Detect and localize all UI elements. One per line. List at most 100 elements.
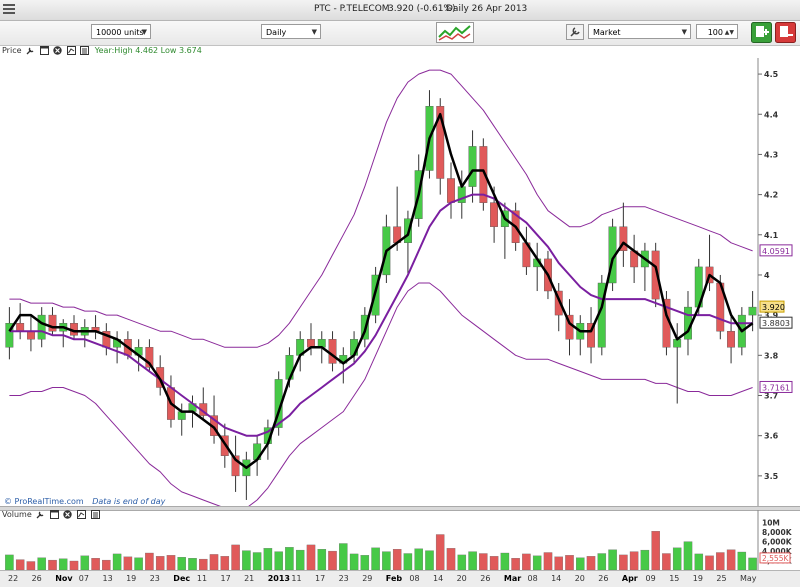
volume-bar (242, 550, 251, 570)
candle-body (468, 146, 477, 187)
volume-bar (403, 553, 413, 570)
volume-tick-label: 10M (762, 519, 780, 528)
volume-bar (26, 561, 36, 570)
price-panel-label: Price (2, 46, 22, 55)
price-panel-header: Price Year:High 4.462 Low 3.674 (2, 46, 202, 58)
buy-button[interactable] (751, 22, 772, 43)
volume-bar (414, 548, 423, 570)
x-tick-label: 19 (126, 574, 137, 583)
volume-bar (576, 557, 585, 570)
candle-body (727, 331, 735, 348)
x-tick-label: 26 (31, 574, 42, 583)
volume-bar (662, 553, 671, 570)
indicator-icon[interactable] (66, 46, 76, 55)
wrench-icon[interactable] (566, 24, 584, 40)
volume-bar (511, 558, 520, 570)
volume-tick-label: 8,000K (762, 528, 793, 537)
candle-body (48, 314, 57, 332)
volume-bar (112, 553, 122, 570)
volume-chart[interactable]: 10M8,000K6,000K4,000K2,000K2,555K (0, 510, 800, 570)
x-tick-label: 22 (8, 574, 19, 583)
price-tick-label: 4.1 (764, 231, 779, 240)
candle-body (37, 314, 46, 340)
maximize-icon[interactable] (39, 46, 49, 55)
volume-bar (392, 549, 402, 570)
volume-bar (705, 555, 714, 570)
x-tick-label: 09 (645, 574, 656, 583)
quantity-value: 100 (707, 28, 723, 37)
x-tick-label: 29 (362, 574, 373, 583)
stepper-arrows-icon: ▲▼ (724, 29, 734, 36)
price-tick-label: 4.3 (764, 150, 778, 159)
volume-bar (145, 552, 154, 570)
properties-icon[interactable] (80, 46, 90, 55)
attribution-note: © ProRealTime.com Data is end of day (4, 497, 165, 506)
volume-bar (619, 554, 628, 570)
toolbar: 10000 units ▼ Daily ▼ Market ▼ 100 ▲▼ (0, 21, 800, 46)
x-tick-label: 25 (716, 574, 727, 583)
quantity-stepper[interactable]: 100 ▲▼ (696, 24, 738, 39)
title-bar: PTC - P.TELECOM 3.920 (-0.61%) Daily 26 … (0, 0, 800, 21)
volume-bar (640, 549, 650, 570)
x-tick-label: 07 (78, 574, 89, 583)
x-tick-label: Dec (173, 574, 191, 583)
last-volume-text: 2,555K (762, 554, 789, 563)
chevron-down-icon: ▼ (681, 28, 687, 36)
upper-band-value: 4.0591 (759, 244, 793, 257)
x-tick-label: 21 (244, 574, 255, 583)
order-type-select[interactable]: Market ▼ (588, 24, 691, 39)
volume-bar (489, 556, 499, 570)
candle-body (490, 202, 498, 227)
volume-tick-label: 6,000K (762, 538, 793, 547)
volume-bar (220, 556, 230, 570)
volume-bar (328, 550, 337, 570)
x-tick-label: Mar (503, 574, 522, 583)
volume-bar (339, 543, 348, 570)
x-tick-label: Apr (621, 574, 638, 583)
volume-bar (479, 553, 488, 570)
menu-icon[interactable] (2, 3, 16, 15)
close-icon[interactable] (53, 46, 62, 55)
sell-button[interactable] (775, 22, 796, 43)
x-tick-label: 23 (338, 574, 349, 583)
chevron-down-icon: ▼ (311, 28, 317, 36)
x-tick-label: 08 (409, 574, 420, 583)
volume-bar (522, 553, 531, 570)
x-tick-label: 08 (527, 574, 538, 583)
volume-bar (58, 558, 68, 570)
volume-bar (166, 555, 176, 570)
volume-bar (737, 551, 747, 570)
candle-body (328, 339, 337, 364)
volume-bar (134, 557, 143, 570)
volume-bar (716, 552, 725, 570)
x-tick-label: 20 (456, 574, 467, 583)
chart-style-icon[interactable] (436, 22, 474, 43)
volume-bar (360, 555, 370, 570)
volume-bar (123, 556, 133, 570)
x-tick-label: May (740, 574, 757, 583)
price-tick-label: 3.5 (764, 472, 779, 481)
volume-bar (285, 547, 294, 570)
volume-bar (102, 559, 111, 570)
candle-body (27, 331, 35, 340)
x-tick-label: 26 (598, 574, 609, 583)
year-high-low-stats: Year:High 4.462 Low 3.674 (94, 46, 202, 55)
x-tick-label: 14 (551, 574, 562, 583)
x-tick-label: 23 (149, 574, 160, 583)
x-tick-label: 11 (291, 574, 302, 583)
interval-select[interactable]: Daily ▼ (261, 24, 321, 39)
volume-bar (37, 557, 46, 570)
x-tick-label: 14 (433, 574, 444, 583)
volume-bar (672, 547, 682, 570)
volume-bar (317, 549, 327, 570)
volume-bar (252, 552, 262, 570)
volume-bar (651, 531, 660, 570)
wrench-icon[interactable] (26, 46, 35, 55)
price-chart[interactable]: 4.54.44.34.24.143.93.83.73.63.54.05913.7… (0, 58, 800, 508)
units-select[interactable]: 10000 units ▼ (91, 24, 151, 39)
x-tick-label: Feb (385, 574, 403, 583)
volume-bar (425, 550, 434, 570)
period-date-title: Daily 26 Apr 2013 (446, 4, 528, 14)
volume-bar (80, 555, 90, 570)
interval-value: Daily (266, 28, 287, 37)
